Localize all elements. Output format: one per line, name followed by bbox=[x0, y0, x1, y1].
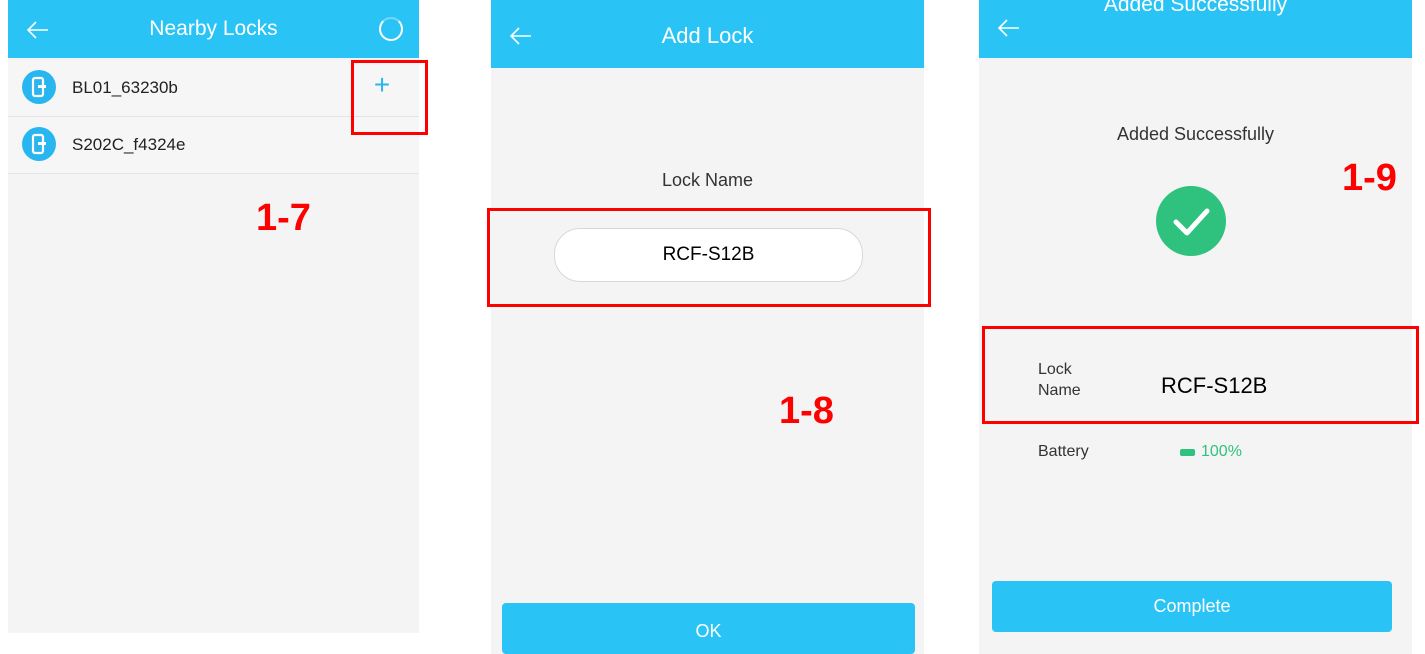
lock-icon bbox=[22, 127, 56, 161]
lock-icon bbox=[22, 70, 56, 104]
lock-name-label: Lock Name bbox=[661, 170, 754, 190]
highlight-box-name bbox=[487, 208, 931, 307]
lock-name: S202C_f4324e bbox=[72, 135, 186, 154]
highlight-box-add bbox=[351, 60, 428, 135]
step-label: 1-8 bbox=[779, 390, 834, 432]
added-header: Added Successfully bbox=[979, 0, 1412, 58]
battery-icon bbox=[1180, 449, 1195, 456]
page-title: Added Successfully bbox=[1103, 0, 1288, 16]
lock-name: BL01_63230b bbox=[72, 78, 178, 97]
battery-value: 100% bbox=[1201, 443, 1242, 460]
step-label: 1-9 bbox=[1342, 157, 1397, 199]
loading-spinner-icon bbox=[379, 17, 403, 41]
battery-label: Battery bbox=[1038, 443, 1089, 460]
add-lock-header: Add Lock bbox=[491, 0, 924, 68]
complete-button[interactable]: Complete bbox=[992, 581, 1392, 632]
page-title: Add Lock bbox=[661, 23, 754, 48]
nearby-locks-header: Nearby Locks bbox=[8, 0, 419, 58]
add-lock-screen: Add Lock Lock Name RCF-S12B OK bbox=[491, 0, 924, 654]
step-label: 1-7 bbox=[256, 197, 311, 239]
highlight-box-result bbox=[982, 326, 1419, 424]
page-title: Nearby Locks bbox=[149, 17, 278, 40]
success-message: Added Successfully bbox=[1116, 124, 1275, 144]
success-check-icon bbox=[1156, 186, 1226, 256]
ok-button[interactable]: OK bbox=[502, 603, 915, 654]
